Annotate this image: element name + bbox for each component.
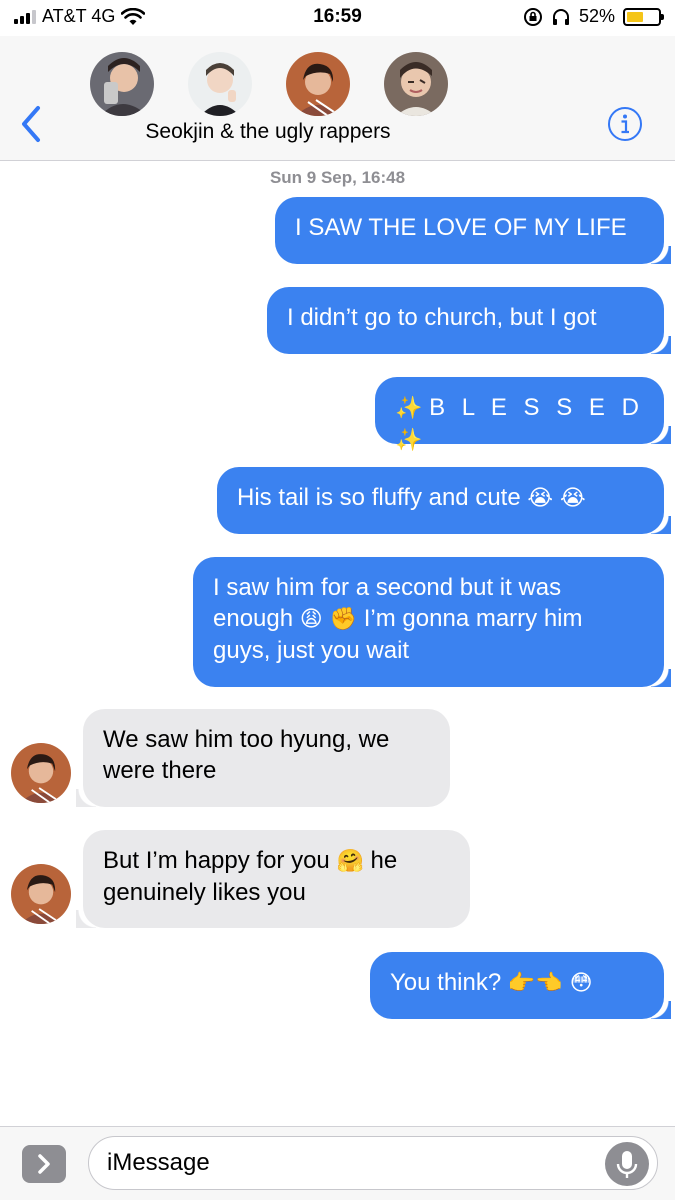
sent-message-bubble[interactable]: His tail is so fluffy and cute 😭 😭 (217, 467, 671, 534)
sent-message-bubble[interactable]: I saw him for a second but it was enough… (193, 557, 671, 687)
group-name[interactable]: Seokjin & the ugly rappers (0, 120, 536, 144)
avatar (286, 52, 350, 116)
avatar (90, 52, 154, 116)
received-message-bubble[interactable]: We saw him too hyung, we were there (76, 709, 450, 807)
message-input[interactable]: iMessage (88, 1136, 658, 1190)
contact-avatar[interactable] (11, 743, 71, 803)
info-icon (608, 107, 642, 141)
sent-message-bubble[interactable]: I didn’t go to church, but I got (267, 287, 671, 354)
battery-icon (623, 7, 664, 26)
message-text: But I’m happy for you (103, 847, 330, 874)
crying-emoji: 😭 😭 (527, 486, 586, 511)
received-message-bubble[interactable]: But I’m happy for you 🤗 he genuinely lik… (76, 830, 470, 928)
contact-avatar[interactable] (11, 864, 71, 924)
status-right: 52% (523, 6, 664, 27)
chevron-right-icon (38, 1154, 50, 1174)
sparkles-emoji: ✨ (395, 396, 423, 421)
message-text: he (370, 847, 398, 874)
status-bar: AT&T 4G 16:59 52% (0, 0, 675, 36)
message-text: His tail is so fluffy and cute (237, 484, 521, 511)
message-line: We saw him too hyung, we (103, 726, 390, 753)
message-line: enough 😩 ✊ I’m gonna marry him (213, 603, 644, 635)
message-line: guys, just you wait (213, 637, 410, 664)
hugging-emoji: 🤗 (336, 849, 364, 874)
rotation-lock-icon (523, 7, 542, 26)
weary-fist-emoji: 😩 ✊ (299, 607, 358, 632)
sent-message-bubble[interactable]: I SAW THE LOVE OF MY LIFE (275, 197, 671, 264)
battery-level (627, 11, 643, 22)
message-text: B L E S S E D (429, 394, 644, 421)
message-text: enough (213, 605, 294, 632)
battery-percent: 52% (578, 6, 615, 26)
message-line: But I’m happy for you 🤗 he (103, 845, 450, 877)
sent-message-bubble[interactable]: ✨ B L E S S E D ✨ (375, 377, 671, 453)
conversation-header: Seokjin & the ugly rappers (0, 36, 675, 161)
shy-emoji: 👉👈 😳 (507, 971, 593, 996)
message-line: were there (103, 757, 217, 784)
message-text: I’m gonna marry him (363, 605, 583, 632)
input-bar: iMessage (0, 1126, 675, 1200)
message-input-placeholder: iMessage (107, 1149, 210, 1176)
sent-message-bubble[interactable]: You think? 👉👈 😳 (370, 952, 671, 1019)
headphones-icon (552, 8, 569, 25)
app-drawer-button[interactable] (22, 1145, 66, 1183)
info-button[interactable] (607, 106, 643, 142)
avatar (188, 52, 252, 116)
message-line: I saw him for a second but it was (213, 574, 562, 601)
message-text: You think? (390, 969, 502, 996)
dictation-button[interactable] (605, 1142, 649, 1186)
message-timestamp: Sun 9 Sep, 16:48 (269, 168, 406, 187)
sparkles-emoji: ✨ (395, 428, 423, 453)
message-line: genuinely likes you (103, 879, 306, 906)
avatar (384, 52, 448, 116)
microphone-icon (616, 1151, 638, 1178)
message-text: I SAW THE LOVE OF MY LIFE (295, 214, 627, 241)
group-avatars[interactable] (90, 52, 448, 116)
message-text: I didn’t go to church, but I got (287, 304, 597, 331)
